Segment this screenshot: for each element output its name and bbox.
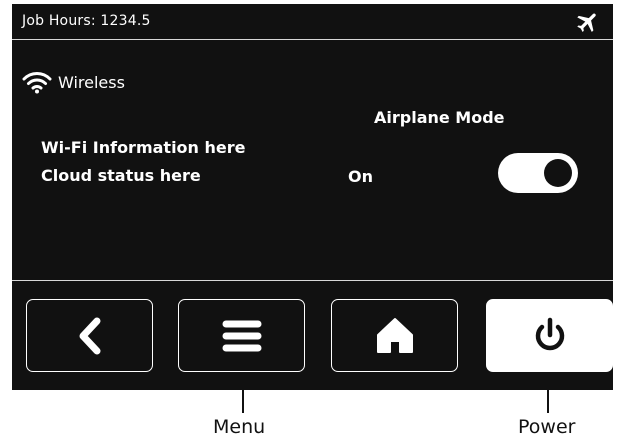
power-icon [535,317,564,350]
status-bar: Job Hours: 1234.5 [12,4,613,40]
power-callout-label: Power [518,416,576,438]
menu-callout-line [242,373,244,413]
menu-button[interactable] [178,299,305,372]
airplane-icon [577,13,596,32]
cloud-status-text: Cloud status here [41,166,201,185]
nav-divider [12,280,613,281]
power-callout-line [547,373,549,413]
job-hours-text: Job Hours: 1234.5 [22,13,151,29]
back-chevron-icon [79,317,100,354]
wireless-title: Wireless [58,72,125,92]
power-button[interactable] [486,299,613,372]
airplane-mode-label: Airplane Mode [374,108,505,127]
wireless-section-title: Wireless [22,70,125,94]
back-button[interactable] [26,299,153,372]
menu-callout-label: Menu [213,416,266,438]
home-icon [376,317,413,353]
device-screen: Job Hours: 1234.5 Wireless Airplane Mode… [12,4,613,390]
home-button[interactable] [331,299,458,372]
wifi-information-text: Wi-Fi Information here [41,138,246,157]
wifi-icon [22,72,52,94]
menu-icon [222,320,261,351]
airplane-mode-toggle[interactable] [498,153,578,193]
airplane-mode-state: On [348,167,373,186]
toggle-knob [544,159,572,187]
